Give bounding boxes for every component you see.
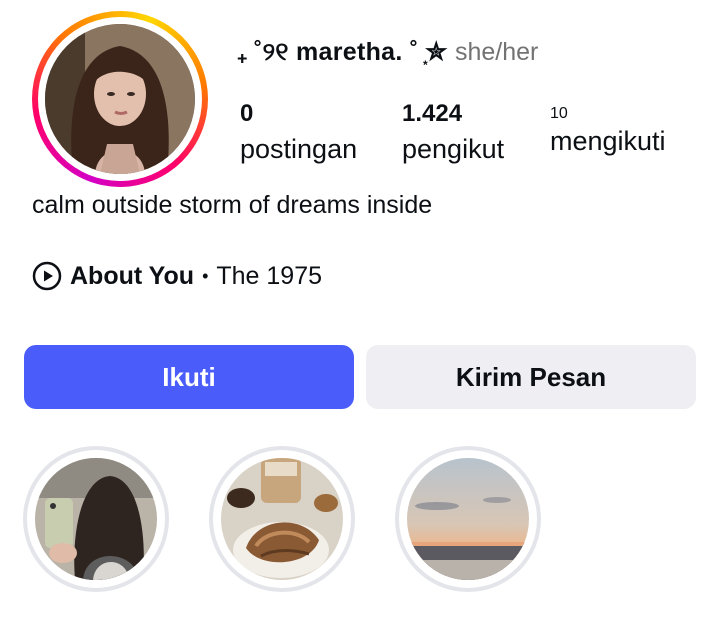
followers-count: 1.424	[402, 100, 463, 127]
posts-label: postingan	[240, 134, 358, 164]
music-separator: •	[202, 265, 209, 286]
following-stat[interactable]: 10 mengikuti	[550, 104, 666, 158]
posts-stat[interactable]: 0 postingan	[240, 100, 357, 166]
music-artist: The 1975	[216, 261, 323, 290]
coffee-pastry-photo-icon	[221, 458, 343, 580]
username: ₊ ˚୨୧ maretha. ˚ ͙✮	[238, 38, 447, 66]
music-song-title: About You	[70, 261, 195, 290]
username-row: ₊ ˚୨୧ maretha. ˚ ͙✮ she/her	[238, 32, 538, 72]
avatar-portrait-image	[45, 24, 195, 174]
highlight-cover-2	[221, 458, 343, 580]
followers-label: pengikut	[402, 134, 505, 164]
story-highlight-3[interactable]	[395, 446, 541, 592]
send-message-button[interactable]: Kirim Pesan	[366, 345, 696, 409]
play-circle-icon	[32, 261, 62, 291]
following-label: mengikuti	[550, 126, 666, 156]
mirror-selfie-photo-icon	[35, 458, 157, 580]
follow-button[interactable]: Ikuti	[24, 345, 354, 409]
pronouns: she/her	[454, 37, 539, 66]
sunset-sea-photo-icon	[407, 458, 529, 580]
story-highlight-1[interactable]	[23, 446, 169, 592]
highlight-cover-1	[35, 458, 157, 580]
profile-avatar[interactable]	[45, 24, 195, 174]
profile-avatar-story-ring[interactable]	[32, 11, 208, 187]
highlight-cover-3	[407, 458, 529, 580]
profile-bio: calm outside storm of dreams inside	[32, 191, 433, 219]
story-highlight-2[interactable]	[209, 446, 355, 592]
profile-music[interactable]: About You • The 1975	[32, 258, 322, 294]
posts-count: 0	[240, 100, 254, 127]
following-count: 10	[550, 105, 568, 122]
followers-stat[interactable]: 1.424 pengikut	[402, 100, 504, 166]
